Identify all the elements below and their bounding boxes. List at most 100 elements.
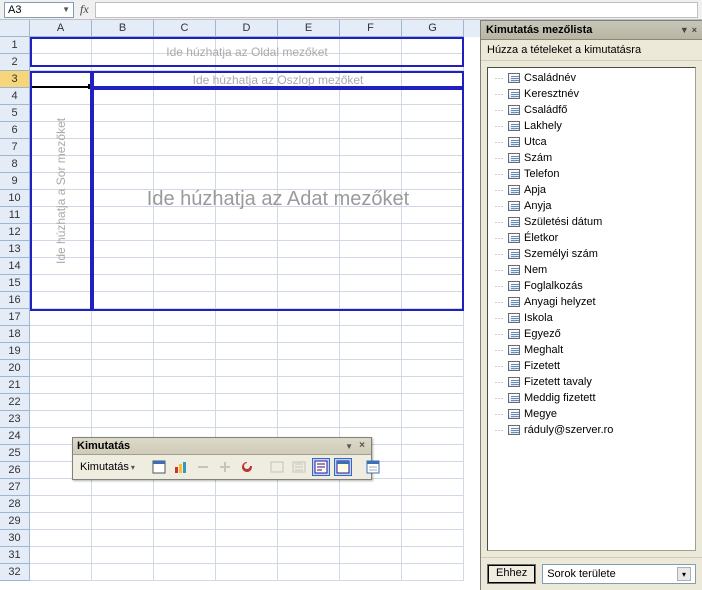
cell[interactable]: [92, 394, 154, 411]
cell[interactable]: [92, 360, 154, 377]
cell[interactable]: [216, 326, 278, 343]
field-list-item[interactable]: ⋯Családfő: [488, 102, 695, 118]
refresh-icon[interactable]: [238, 458, 256, 476]
cell[interactable]: [154, 496, 216, 513]
row-header[interactable]: 7: [0, 139, 30, 156]
column-header[interactable]: D: [216, 20, 278, 37]
row-header[interactable]: 10: [0, 190, 30, 207]
cell[interactable]: [402, 394, 464, 411]
drop-zone-column[interactable]: Ide húzhatja az Oszlop mezőket: [92, 71, 464, 88]
row-header[interactable]: 4: [0, 88, 30, 105]
cell[interactable]: [340, 377, 402, 394]
cell[interactable]: [154, 326, 216, 343]
row-header[interactable]: 28: [0, 496, 30, 513]
cell[interactable]: [402, 377, 464, 394]
close-icon[interactable]: ×: [692, 25, 697, 35]
field-list-item[interactable]: ⋯Anyja: [488, 198, 695, 214]
row-header[interactable]: 31: [0, 547, 30, 564]
field-list-item[interactable]: ⋯Foglalkozás: [488, 278, 695, 294]
always-display-icon[interactable]: [290, 458, 308, 476]
cell[interactable]: [154, 547, 216, 564]
cell[interactable]: [30, 343, 92, 360]
row-header[interactable]: 19: [0, 343, 30, 360]
cell[interactable]: [30, 513, 92, 530]
field-list-item[interactable]: ⋯Egyező: [488, 326, 695, 342]
cell[interactable]: [154, 394, 216, 411]
chevron-down-icon[interactable]: ▼: [680, 25, 689, 35]
row-header[interactable]: 20: [0, 360, 30, 377]
field-list-item[interactable]: ⋯Családnév: [488, 70, 695, 86]
cell[interactable]: [278, 411, 340, 428]
cell[interactable]: [402, 513, 464, 530]
cell[interactable]: [154, 411, 216, 428]
row-header[interactable]: 1: [0, 37, 30, 54]
cell[interactable]: [340, 343, 402, 360]
cell[interactable]: [30, 309, 92, 326]
cell[interactable]: [216, 513, 278, 530]
pivot-menu-button[interactable]: Kimutatás ▾: [77, 460, 138, 474]
cell[interactable]: [92, 343, 154, 360]
hide-detail-icon[interactable]: [194, 458, 212, 476]
cell[interactable]: [216, 343, 278, 360]
cell[interactable]: [92, 377, 154, 394]
cell[interactable]: [402, 547, 464, 564]
cell[interactable]: [340, 411, 402, 428]
field-list-item[interactable]: ⋯Meghalt: [488, 342, 695, 358]
column-header[interactable]: B: [92, 20, 154, 37]
select-all-corner[interactable]: [0, 20, 30, 37]
field-list-item[interactable]: ⋯Személyi szám: [488, 246, 695, 262]
cell[interactable]: [340, 496, 402, 513]
name-box[interactable]: A3 ▼: [4, 2, 74, 18]
column-header[interactable]: A: [30, 20, 92, 37]
row-header[interactable]: 6: [0, 122, 30, 139]
row-header[interactable]: 17: [0, 309, 30, 326]
cell[interactable]: [402, 479, 464, 496]
cell[interactable]: [340, 530, 402, 547]
cell[interactable]: [340, 394, 402, 411]
cell[interactable]: [340, 360, 402, 377]
field-list-item[interactable]: ⋯Utca: [488, 134, 695, 150]
field-list-item[interactable]: ⋯Megye: [488, 406, 695, 422]
formula-input[interactable]: [95, 2, 698, 18]
row-header[interactable]: 32: [0, 564, 30, 581]
cell[interactable]: [278, 513, 340, 530]
field-list[interactable]: ⋯Családnév⋯Keresztnév⋯Családfő⋯Lakhely⋯U…: [487, 67, 696, 551]
cell[interactable]: [30, 547, 92, 564]
row-header[interactable]: 24: [0, 428, 30, 445]
cell[interactable]: [340, 564, 402, 581]
cell[interactable]: [92, 547, 154, 564]
field-list-item[interactable]: ⋯Szám: [488, 150, 695, 166]
cell[interactable]: [278, 377, 340, 394]
row-header[interactable]: 23: [0, 411, 30, 428]
chevron-down-icon[interactable]: ▼: [62, 5, 70, 14]
chart-wizard-icon[interactable]: [172, 458, 190, 476]
fx-icon[interactable]: fx: [80, 2, 89, 17]
area-select[interactable]: Sorok területe ▾: [542, 564, 696, 584]
field-list-item[interactable]: ⋯Telefon: [488, 166, 695, 182]
cell[interactable]: [216, 547, 278, 564]
cell[interactable]: [402, 462, 464, 479]
chevron-down-icon[interactable]: ▼: [345, 442, 353, 451]
cell[interactable]: [278, 360, 340, 377]
row-header[interactable]: 25: [0, 445, 30, 462]
cell[interactable]: [30, 377, 92, 394]
chevron-down-icon[interactable]: ▾: [677, 567, 691, 581]
field-list-item[interactable]: ⋯ráduly@szerver.ro: [488, 422, 695, 438]
cell[interactable]: [402, 496, 464, 513]
cell[interactable]: [92, 513, 154, 530]
cell[interactable]: [30, 530, 92, 547]
cell[interactable]: [154, 309, 216, 326]
drop-zone-row[interactable]: Ide húzhatja a Sor mezőket: [30, 71, 92, 311]
cell[interactable]: [92, 309, 154, 326]
cell[interactable]: [92, 326, 154, 343]
pivot-toolbar[interactable]: Kimutatás ▼ × Kimutatás ▾: [72, 437, 372, 480]
cell[interactable]: [30, 411, 92, 428]
field-list-item[interactable]: ⋯Meddig fizetett: [488, 390, 695, 406]
field-list-item[interactable]: ⋯Nem: [488, 262, 695, 278]
row-header[interactable]: 2: [0, 54, 30, 71]
field-list-item[interactable]: ⋯Lakhely: [488, 118, 695, 134]
drop-zone-data[interactable]: Ide húzhatja az Adat mezőket: [92, 88, 464, 311]
cell[interactable]: [340, 479, 402, 496]
row-header[interactable]: 5: [0, 105, 30, 122]
row-header[interactable]: 27: [0, 479, 30, 496]
